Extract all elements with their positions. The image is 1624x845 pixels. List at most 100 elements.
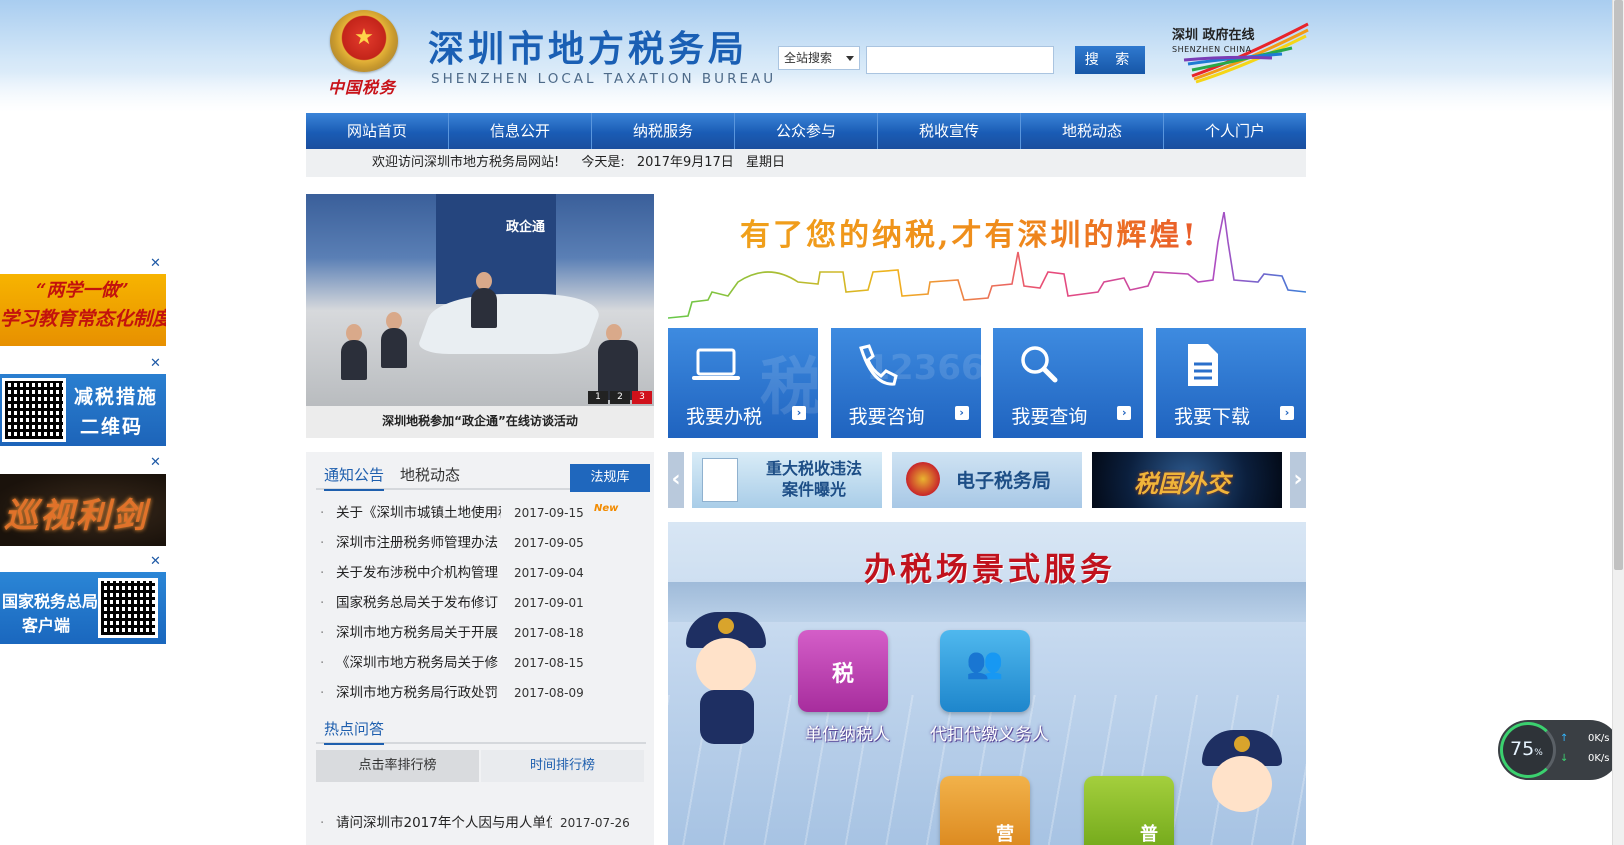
close-icon[interactable]: ✕ xyxy=(150,356,161,371)
close-icon[interactable]: ✕ xyxy=(150,455,161,470)
ad-two-studies[interactable]: “两学一做” 学习教育常态化制度化 xyxy=(0,274,166,346)
chevron-right-icon: › xyxy=(954,406,969,420)
service-tile-handle-tax[interactable]: 税 我要办税 › xyxy=(668,328,818,438)
carousel-dot-active[interactable]: 3 xyxy=(632,391,652,404)
nav-item-tax-news[interactable]: 地税动态 xyxy=(1021,113,1164,149)
tab-hot-qa[interactable]: 热点问答 xyxy=(324,718,385,745)
scene-service-panel: 办税场景式服务 税 单位纳税人 👥 代扣代缴义务人 营 普 xyxy=(668,522,1306,845)
ad-inspection-text: 巡视利剑 xyxy=(4,496,148,536)
list-item[interactable]: · 深圳市注册税务师管理办法 2017-09-05 xyxy=(316,528,646,558)
scene-card-enterprise-taxpayer[interactable]: 税 xyxy=(798,630,888,712)
notice-title[interactable]: 关于《深圳市城镇土地使用税 xyxy=(336,498,501,528)
nav-item-tax-publicity[interactable]: 税收宣传 xyxy=(878,113,1021,149)
banner-text: 电子税务局 xyxy=(956,470,1052,492)
list-item[interactable]: · 请问深圳市2017年个人因与用人单位 2017-07-26 xyxy=(316,808,646,838)
hot-qa-header: 热点问答 xyxy=(316,714,646,745)
ad-sat-client[interactable]: 国家税务总局 客户端 xyxy=(0,572,166,644)
list-item[interactable]: · 国家税务总局关于发布修订 2017-09-01 xyxy=(316,588,646,618)
carousel-dot[interactable]: 1 xyxy=(588,391,608,404)
notice-title[interactable]: 《深圳市地方税务局关于修 xyxy=(336,648,501,678)
ad-sat-client-line1: 国家税务总局 xyxy=(2,592,99,611)
site-subtitle: SHENZHEN LOCAL TAXATION BUREAU xyxy=(431,71,777,87)
notice-date: 2017-09-05 xyxy=(514,536,584,550)
nav-item-personal-portal[interactable]: 个人门户 xyxy=(1164,113,1306,149)
chevron-down-icon xyxy=(846,56,854,61)
photo-caption[interactable]: 深圳地税参加“政企通”在线访谈活动 xyxy=(306,408,654,434)
close-icon[interactable]: ✕ xyxy=(150,256,161,271)
close-icon[interactable]: ✕ xyxy=(150,554,161,569)
ad-two-studies-line1: “两学一做” xyxy=(36,280,129,301)
notice-title[interactable]: 国家税务总局关于发布修订 xyxy=(336,588,501,618)
list-item[interactable]: · 深圳市地方税务局行政处罚 2017-08-09 xyxy=(316,678,646,708)
search-scope-select[interactable]: 全站搜索 xyxy=(778,46,860,70)
mascot-badge xyxy=(718,618,734,634)
nav-item-tax-service[interactable]: 纳税服务 xyxy=(592,113,735,149)
vertical-scrollbar[interactable] xyxy=(1612,0,1624,845)
list-item[interactable]: · 关于《深圳市城镇土地使用税 2017-09-15 New xyxy=(316,498,646,528)
tile-watermark: 税 xyxy=(759,350,818,423)
shenzhen-gov-logo[interactable]: 深圳 政府在线 SHENZHEN CHINA xyxy=(1172,18,1312,84)
bullet-icon: · xyxy=(320,685,325,701)
search-button[interactable]: 搜 索 xyxy=(1075,46,1145,74)
scrollbar-thumb[interactable] xyxy=(1614,0,1623,570)
nav-item-public-participation[interactable]: 公众参与 xyxy=(735,113,878,149)
person-icon: 普 xyxy=(1140,824,1158,845)
service-label: 我要查询 xyxy=(1011,406,1088,428)
carousel-dot[interactable]: 2 xyxy=(610,391,630,404)
notice-title[interactable]: 深圳市注册税务师管理办法 xyxy=(336,528,501,558)
ad-tax-cut-qr[interactable]: 减税措施 二维码 xyxy=(0,374,166,446)
law-library-button[interactable]: 法规库 xyxy=(570,464,650,492)
tab-click-rank[interactable]: 点击率排行榜 xyxy=(316,750,479,782)
search-input[interactable] xyxy=(866,46,1054,74)
nav-item-home[interactable]: 网站首页 xyxy=(306,113,449,149)
hot-qa-title[interactable]: 请问深圳市2017年个人因与用人单位 xyxy=(336,808,552,838)
bullet-icon: · xyxy=(320,625,325,641)
network-speed-widget[interactable]: 75% ↑ 0K/s ↓ 0K/s xyxy=(1498,720,1620,780)
bullet-icon: · xyxy=(320,505,325,521)
service-tile-download[interactable]: 我要下载 › xyxy=(1155,328,1306,438)
service-label: 我要办税 xyxy=(686,406,763,428)
main-nav: 网站首页 信息公开 纳税服务 公众参与 税收宣传 地税动态 个人门户 xyxy=(306,113,1306,149)
date-label: 今天是: xyxy=(581,155,625,170)
banner-tax-violation-cases[interactable]: 重大税收违法 案件曝光 xyxy=(692,452,882,508)
service-tiles: 税 我要办税 › 12366 我要咨询 › 我要查询 › 我要下载 › xyxy=(668,328,1306,438)
tab-tax-news[interactable]: 地税动态 xyxy=(400,464,460,485)
notice-panel: 通知公告 地税动态 法规库 · 关于《深圳市城镇土地使用税 2017-09-15… xyxy=(306,452,654,845)
nav-item-info-disclosure[interactable]: 信息公开 xyxy=(449,113,592,149)
scene-card-business[interactable]: 营 xyxy=(940,776,1030,845)
mascot-body xyxy=(700,690,754,744)
list-item[interactable]: · 《深圳市地方税务局关于修 2017-08-15 xyxy=(316,648,646,678)
tab-notices[interactable]: 通知公告 xyxy=(324,464,385,491)
scene-card-general[interactable]: 普 xyxy=(1084,776,1174,845)
search-scope-value: 全站搜索 xyxy=(784,51,833,65)
photo-wall-text: 政企通 xyxy=(506,220,546,235)
banner-tax-diplomacy[interactable]: 税国外交 xyxy=(1092,452,1282,508)
rank-tabs: 点击率排行榜 时间排行榜 xyxy=(316,750,646,784)
banner-text: 重大税收违法 案件曝光 xyxy=(752,458,876,500)
service-label: 我要咨询 xyxy=(848,406,925,428)
scene-card-withholding-agent[interactable]: 👥 xyxy=(940,630,1030,712)
document-icon xyxy=(1187,344,1218,386)
photo-person xyxy=(381,328,407,368)
qr-code-icon xyxy=(98,578,158,638)
notice-title[interactable]: 深圳市地方税务局关于开展 xyxy=(336,618,501,648)
current-date: 2017年9月17日 xyxy=(636,155,734,170)
service-tile-consult[interactable]: 12366 我要咨询 › xyxy=(830,328,981,438)
ad-inspection-sword[interactable]: 巡视利剑 xyxy=(0,474,166,546)
banner-e-tax-bureau[interactable]: 电子税务局 xyxy=(892,452,1082,508)
chevron-left-icon[interactable]: ‹ xyxy=(668,452,684,508)
bullet-icon: · xyxy=(320,815,325,831)
list-item[interactable]: · 深圳市地方税务局关于开展 2017-08-18 xyxy=(316,618,646,648)
laptop-icon xyxy=(692,348,740,380)
slogan-text: 有了您的纳税,才有深圳的辉煌! xyxy=(740,210,1199,254)
scene-card-label[interactable]: 单位纳税人 xyxy=(805,720,890,745)
tax-emblem-icon xyxy=(906,462,940,496)
service-tile-query[interactable]: 我要查询 › xyxy=(993,328,1144,438)
chevron-right-icon[interactable]: › xyxy=(1290,452,1306,508)
list-item[interactable]: · 关于发布涉税中介机构管理 2017-09-04 xyxy=(316,558,646,588)
notice-title[interactable]: 关于发布涉税中介机构管理 xyxy=(336,558,501,588)
meeting-photo[interactable]: 政企通 1 2 3 xyxy=(306,194,654,406)
scene-card-label[interactable]: 代扣代缴义务人 xyxy=(930,720,1049,745)
tab-time-rank[interactable]: 时间排行榜 xyxy=(481,750,644,782)
notice-title[interactable]: 深圳市地方税务局行政处罚 xyxy=(336,678,501,708)
